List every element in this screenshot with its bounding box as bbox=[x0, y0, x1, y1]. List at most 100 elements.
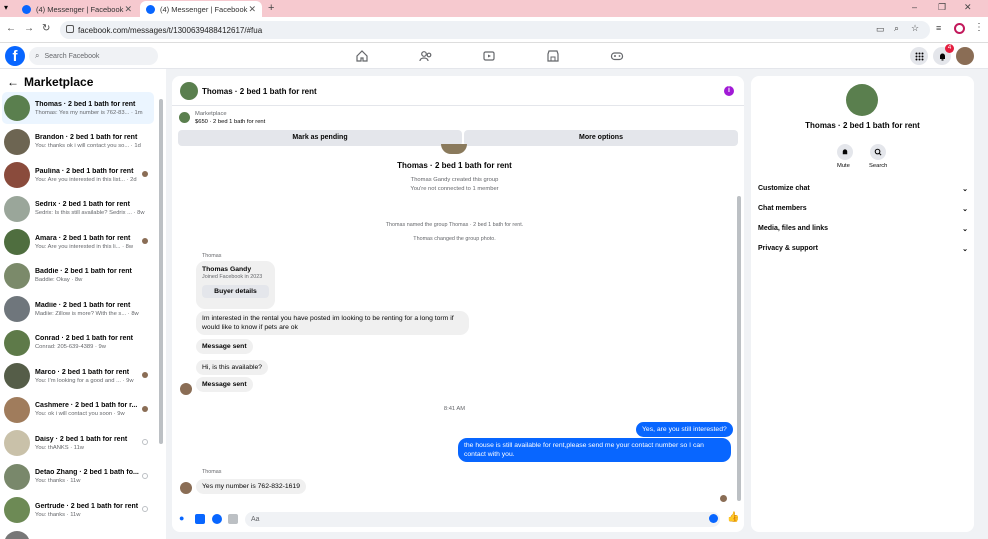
photo-icon[interactable] bbox=[195, 514, 205, 524]
conversation-title: Brandon · 2 bed 1 bath for rent bbox=[35, 134, 138, 141]
conversation-item[interactable]: Thomas · 2 bed 1 bath for rent Thomas: Ye… bbox=[2, 92, 154, 124]
conversation-title: Baddie · 2 bed 1 bath for rent bbox=[35, 268, 132, 275]
scrollbar[interactable] bbox=[737, 196, 741, 501]
my-message-bubble[interactable]: Yes, are you still interested? bbox=[636, 422, 733, 437]
media-icon[interactable]: ≡ bbox=[936, 23, 941, 33]
message-bubble[interactable]: Yes my number is 762-832-1619 bbox=[196, 479, 306, 494]
back-icon[interactable]: ← bbox=[6, 23, 16, 34]
mute-bell-icon[interactable] bbox=[837, 144, 853, 160]
close-tab-icon[interactable]: ✕ bbox=[248, 4, 256, 15]
sticker-icon[interactable] bbox=[212, 514, 222, 524]
conversation-item[interactable]: Brandon · 2 bed 1 bath for rent You: than… bbox=[2, 126, 154, 158]
listing-thumbnail bbox=[4, 497, 30, 523]
conversation-item[interactable]: Amara · 2 bed 1 bath for rent You: Are yo… bbox=[2, 226, 154, 258]
message-bubble[interactable]: Im interested in the rental you have pos… bbox=[196, 311, 469, 335]
facebook-search-input[interactable]: ⌕ Search Facebook bbox=[29, 47, 158, 65]
conversation-preview: Thomas: Yes my number is 762-83... · 1m bbox=[35, 109, 143, 116]
notification-badge: 4 bbox=[945, 44, 954, 53]
marketplace-icon[interactable] bbox=[545, 48, 561, 64]
more-options-button[interactable]: More options bbox=[464, 130, 738, 146]
conversation-item[interactable]: Detao Zhang · 2 bed 1 bath fo... You: tha… bbox=[2, 461, 154, 493]
profile-icon[interactable] bbox=[954, 23, 965, 34]
back-arrow-icon[interactable]: ← bbox=[7, 75, 19, 89]
marketplace-listing-bar[interactable]: Marketplace $650 · 2 bed 1 bath for rent bbox=[172, 107, 744, 129]
gaming-icon[interactable] bbox=[609, 48, 625, 64]
friends-icon[interactable] bbox=[418, 48, 434, 64]
like-icon[interactable]: 👍 bbox=[727, 512, 739, 523]
conversation-title: Madiie · 2 bed 1 bath for rent bbox=[35, 301, 131, 309]
conversation-item[interactable]: Cashmere · 2 bed 1 bath for r... You: ok … bbox=[2, 394, 154, 426]
zoom-icon[interactable]: ⌕ bbox=[894, 23, 899, 34]
row-label: Media, files and links bbox=[758, 225, 829, 232]
conversation-item[interactable]: Paulina · 2 bed 1 bath for rent You: Are … bbox=[2, 159, 154, 191]
watch-icon[interactable] bbox=[481, 48, 497, 64]
media-files-links-row[interactable]: Media, files and links ⌄ bbox=[758, 225, 968, 233]
conversation-item[interactable]: Sedrix · 2 bed 1 bath for rent Sedrix: Is… bbox=[2, 193, 154, 225]
chrome-menu-icon[interactable]: ⋮ bbox=[974, 22, 984, 33]
my-message-bubble[interactable]: the house is still available for rent,pl… bbox=[458, 438, 731, 462]
row-label: Privacy & support bbox=[758, 245, 818, 252]
microphone-icon[interactable]: ● bbox=[179, 513, 184, 523]
privacy-support-row[interactable]: Privacy & support ⌄ bbox=[758, 245, 968, 253]
listing-thumbnail bbox=[4, 229, 30, 255]
buyer-joined: Joined Facebook in 2023 bbox=[202, 274, 263, 280]
emoji-icon[interactable] bbox=[709, 514, 718, 523]
conversation-item[interactable]: Gertrude · 2 bed 1 bath for rent You: tha… bbox=[2, 494, 154, 526]
account-avatar[interactable] bbox=[956, 47, 974, 65]
new-tab-icon[interactable]: + bbox=[268, 2, 274, 14]
facebook-top-nav: f ⌕ Search Facebook 4 bbox=[0, 43, 988, 69]
seen-avatar bbox=[142, 238, 148, 244]
info-icon[interactable]: i bbox=[724, 86, 734, 96]
sender-avatar[interactable] bbox=[180, 383, 192, 395]
close-window-icon[interactable]: ✕ bbox=[964, 2, 972, 13]
chat-avatar[interactable] bbox=[180, 82, 198, 100]
address-bar[interactable]: facebook.com/messages/t/1300639488412617… bbox=[60, 21, 930, 39]
cast-icon[interactable]: ▭ bbox=[876, 24, 885, 35]
conversation-item[interactable]: Marco · 2 bed 1 bath for rent You: I'm lo… bbox=[2, 360, 154, 392]
menu-grid-icon[interactable] bbox=[910, 47, 928, 65]
gif-icon[interactable] bbox=[228, 514, 238, 524]
browser-tab-active[interactable]: (4) Messenger | Facebook ✕ bbox=[140, 1, 262, 17]
message-sent-card[interactable]: Message sent bbox=[196, 339, 253, 354]
conversation-preview: Conrad: 205-639-4389 · 9w bbox=[35, 344, 106, 350]
bookmark-star-icon[interactable]: ☆ bbox=[911, 23, 919, 34]
conversation-item[interactable]: Madiie · 2 bed 1 bath for rent Madiie: Zi… bbox=[2, 293, 154, 325]
forward-icon[interactable]: → bbox=[24, 23, 34, 34]
conversation-preview: You: thanks · 11w bbox=[35, 511, 81, 518]
message-input[interactable]: Aa bbox=[245, 512, 720, 527]
mute-label: Mute bbox=[837, 163, 850, 169]
mark-as-pending-button[interactable]: Mark as pending bbox=[178, 130, 462, 146]
tab-search-icon[interactable]: ▾ bbox=[4, 3, 8, 12]
conversation-preview: You: ok i will contact you soon · 9w bbox=[35, 411, 125, 417]
restore-icon[interactable]: ❐ bbox=[938, 2, 946, 13]
message-bubble[interactable]: Hi, is this available? bbox=[196, 360, 269, 375]
conversation-title: Cashmere · 2 bed 1 bath for r... bbox=[35, 402, 138, 409]
listing-thumbnail bbox=[4, 396, 30, 423]
conversation-item[interactable]: Conrad · 2 bed 1 bath for rent Conrad: 20… bbox=[2, 327, 154, 359]
message-sent-card[interactable]: Message sent bbox=[196, 377, 253, 392]
chat-members-row[interactable]: Chat members ⌄ bbox=[758, 205, 968, 213]
chat-panel: Thomas · 2 bed 1 bath for rent i Marketp… bbox=[172, 76, 744, 532]
tab-title: (4) Messenger | Facebook bbox=[36, 4, 124, 14]
buyer-details-button[interactable]: Buyer details bbox=[202, 285, 269, 298]
conversation-item[interactable]: Marvin · 2 bed 1 bath for rent bbox=[2, 528, 154, 539]
conversation-item[interactable]: Daisy · 2 bed 1 bath for rent You: thANKS… bbox=[2, 427, 154, 459]
close-tab-icon[interactable]: ✕ bbox=[124, 4, 132, 15]
sender-avatar[interactable] bbox=[180, 482, 192, 494]
conversation-item[interactable]: Baddie · 2 bed 1 bath for rent Baddie: Ok… bbox=[2, 260, 154, 292]
listing-thumbnail bbox=[4, 363, 30, 389]
customize-chat-row[interactable]: Customize chat ⌄ bbox=[758, 185, 968, 193]
listing-thumbnail bbox=[4, 195, 30, 222]
reload-icon[interactable]: ↻ bbox=[42, 23, 50, 34]
search-icon[interactable] bbox=[870, 144, 886, 160]
group-avatar[interactable] bbox=[846, 84, 878, 116]
home-icon[interactable] bbox=[354, 48, 370, 64]
minimize-icon[interactable]: – bbox=[912, 2, 917, 12]
browser-tab[interactable]: (4) Messenger | Facebook ✕ bbox=[16, 1, 138, 17]
timestamp: 8:41 AM bbox=[443, 406, 466, 412]
scrollbar[interactable] bbox=[159, 99, 163, 444]
chat-title[interactable]: Thomas · 2 bed 1 bath for rent bbox=[202, 87, 317, 96]
conversation-title: Thomas · 2 bed 1 bath for rent bbox=[35, 100, 136, 108]
facebook-logo-icon[interactable]: f bbox=[5, 46, 25, 66]
site-info-icon[interactable] bbox=[66, 25, 74, 33]
